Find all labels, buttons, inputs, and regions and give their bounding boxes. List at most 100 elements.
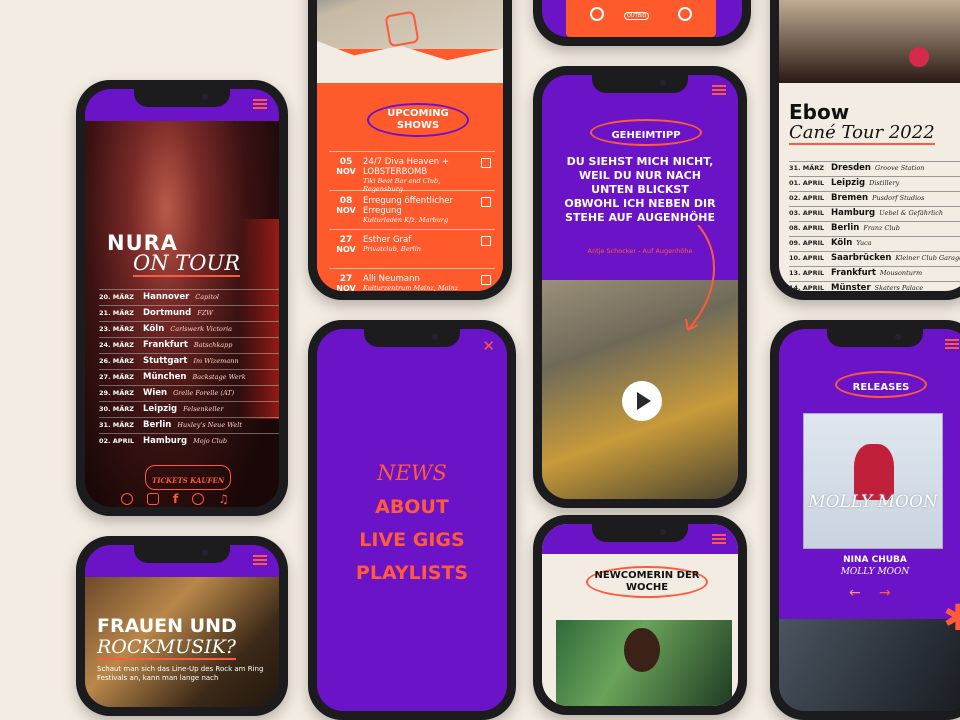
phone-notch: [592, 75, 688, 93]
tour-date: 31. MÄRZ: [99, 421, 134, 429]
menu-icon[interactable]: [945, 339, 959, 349]
external-link-icon[interactable]: [481, 275, 491, 285]
tour-venue: Backstage Werk: [192, 373, 246, 381]
shows-list: 05 NOV 24/7 Diva Heaven + LOBSTERBOMB Tiki …: [329, 151, 495, 291]
tour-dates-list: 31. MÄRZ Dresden Groove Station 01. APRIL Le…: [789, 161, 960, 291]
tour-date: 08. APRIL: [789, 224, 825, 232]
menu-icon[interactable]: [253, 555, 267, 565]
screen-upcoming: UPCOMING SHOWS 05 NOV 24/7 Diva Heaven + L…: [317, 0, 503, 291]
tour-venue: Mousonturm: [879, 269, 923, 277]
tour-date: 14. APRIL: [789, 284, 825, 291]
tour-venue: Kleiner Club Garage: [895, 254, 960, 262]
external-link-icon[interactable]: [481, 197, 491, 207]
tour-date-row: 21. MÄRZ Dortmund FZW: [99, 305, 279, 321]
tour-venue: Huxley's Neue Welt: [177, 421, 242, 429]
tour-date-row: 02. APRIL Hamburg Mojo Club: [99, 433, 279, 449]
tour-date-row: 31. MÄRZ Berlin Huxley's Neue Welt: [99, 417, 279, 433]
album-cover[interactable]: MOLLY MOON: [803, 413, 943, 549]
show-row[interactable]: 05 NOV 24/7 Diva Heaven + LOBSTERBOMB Tiki …: [329, 151, 495, 193]
tour-date-row: 23. MÄRZ Köln Carlswerk Victoria: [99, 321, 279, 337]
album-cover-text: MOLLY MOON: [808, 492, 938, 512]
menu-item-about[interactable]: ABOUT: [317, 496, 507, 518]
tour-date-row: 31. MÄRZ Dresden Groove Station: [789, 161, 960, 176]
show-row[interactable]: 27 NOV Esther Graf Privatclub, Berlin: [329, 229, 495, 268]
upcoming-heading-text: UPCOMING SHOWS: [387, 108, 449, 131]
menu-icon[interactable]: [712, 534, 726, 544]
burst-doodle-icon: ✱: [943, 598, 960, 639]
external-link-icon[interactable]: [481, 236, 491, 246]
tour-city: Hamburg: [143, 436, 188, 446]
newcomerin-heading-text: NEWCOMERIN DER WOCHE: [594, 570, 700, 593]
spotify-icon[interactable]: [192, 493, 205, 505]
artist-photo: [779, 0, 960, 83]
show-row[interactable]: 27 NOV Alli Neumann Kulturzentrum Mainz, Ma…: [329, 268, 495, 291]
tour-date: 24. MÄRZ: [99, 341, 134, 349]
cassette-image: OUTBID: [566, 0, 716, 37]
tour-venue: Groove Station: [874, 164, 925, 172]
phone-notch: [827, 329, 923, 347]
tour-venue: Franz Club: [863, 224, 900, 232]
show-date: 05 NOV: [336, 157, 356, 176]
tour-city: Wien: [143, 388, 168, 398]
instagram-icon[interactable]: [147, 493, 159, 505]
show-name: Esther Graf: [363, 235, 412, 245]
external-link-icon[interactable]: [481, 158, 491, 168]
phone-geheimtipp: GEHEIMTIPP DU SIEHST MICH NICHT, WEIL DU…: [533, 66, 747, 508]
facebook-icon[interactable]: f: [173, 493, 178, 505]
quote-text: DU SIEHST MICH NICHT, WEIL DU NUR NACH U…: [564, 155, 716, 224]
music-icon[interactable]: ♫: [218, 493, 229, 505]
menu-item-playlists[interactable]: PLAYLISTS: [317, 562, 507, 584]
tour-subtitle: Cané Tour 2022: [789, 122, 935, 145]
geheimtipp-heading-text: GEHEIMTIPP: [611, 130, 681, 141]
tour-city: Leipzig: [143, 404, 178, 414]
tour-date: 01. APRIL: [789, 179, 825, 187]
tour-subtitle: ON TOUR: [133, 251, 240, 277]
tour-date-row: 14. APRIL Münster Skaters Palace: [789, 281, 960, 291]
phone-upcoming-shows: UPCOMING SHOWS 05 NOV 24/7 Diva Heaven + L…: [308, 0, 512, 300]
heading-line1: FRAUEN UND: [97, 615, 237, 637]
tv-photo: [779, 619, 960, 711]
tickets-label: TICKETS KAUFEN: [152, 476, 225, 485]
tour-venue: Im Wizemann: [193, 357, 239, 365]
tour-city: Münster: [831, 283, 871, 291]
tour-date: 13. APRIL: [789, 269, 825, 277]
menu-item-live-gigs[interactable]: LIVE GIGS: [317, 529, 507, 551]
tour-city: Köln: [143, 324, 165, 334]
tour-date-row: 27. MÄRZ München Backstage Werk: [99, 369, 279, 385]
tour-date: 30. MÄRZ: [99, 405, 134, 413]
tour-city: München: [143, 372, 187, 382]
play-button-icon[interactable]: [622, 381, 662, 421]
show-row[interactable]: 08 NOV Erregung öffentlicher Erregung Kultu…: [329, 190, 495, 229]
menu-icon[interactable]: [712, 85, 726, 95]
tour-date: 20. MÄRZ: [99, 293, 134, 301]
tour-date: 21. MÄRZ: [99, 309, 134, 317]
tour-date-row: 30. MÄRZ Leipzig Felsenkeller: [99, 401, 279, 417]
tour-city: Leipzig: [831, 178, 866, 188]
tour-venue: Uebel & Gefährlich: [879, 209, 944, 217]
menu-icon[interactable]: [253, 99, 267, 109]
tour-city: Frankfurt: [831, 268, 876, 278]
close-icon[interactable]: ✕: [482, 339, 495, 354]
tour-venue: Mojo Club: [193, 437, 228, 445]
tickets-button[interactable]: TICKETS KAUFEN: [145, 465, 232, 490]
show-venue: Privatclub, Berlin: [363, 245, 421, 253]
globe-icon[interactable]: [121, 493, 133, 505]
next-arrow-icon[interactable]: →: [879, 585, 891, 601]
heading-line2: ROCKMUSIK?: [97, 636, 236, 660]
show-name: Erregung öffentlicher Erregung: [363, 196, 454, 216]
screen-frauen: FRAUEN UND ROCKMUSIK? Schaut man sich da…: [85, 545, 279, 707]
show-venue: Kulturladen Kfz, Marburg: [363, 216, 449, 224]
tour-date-row: 20. MÄRZ Hannover Capitol: [99, 289, 279, 305]
menu-item-news[interactable]: NEWS: [317, 461, 507, 485]
newcomerin-heading: NEWCOMERIN DER WOCHE: [586, 566, 708, 598]
tour-date: 29. MÄRZ: [99, 389, 134, 397]
tour-venue: Grelle Forelle (AT): [173, 389, 235, 397]
releases-heading-text: RELEASES: [852, 382, 910, 393]
prev-arrow-icon[interactable]: ←: [849, 585, 861, 601]
article-heading: FRAUEN UND ROCKMUSIK?: [97, 615, 237, 660]
tour-date: 09. APRIL: [789, 239, 825, 247]
phone-menu: ✕ NEWS ABOUT LIVE GIGS PLAYLISTS: [308, 320, 516, 720]
cassette-brand: OUTBID: [624, 12, 650, 20]
tour-city: Dortmund: [143, 308, 192, 318]
article-teaser: Schaut man sich das Line-Up des Rock am …: [97, 665, 264, 682]
